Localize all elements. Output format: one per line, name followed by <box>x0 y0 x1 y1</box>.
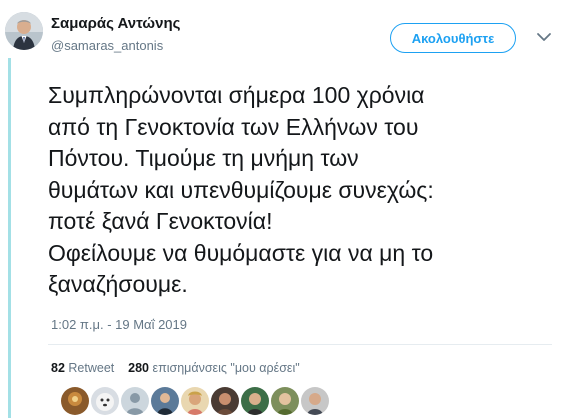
liker-avatar[interactable] <box>60 386 90 416</box>
liker-avatar[interactable] <box>150 386 180 416</box>
tweet-stats: 82 Retweet 280 επισημάνσεις "μου αρέσει" <box>51 361 300 375</box>
default-avatar-icon <box>121 387 149 415</box>
liker-photo-icon <box>211 387 239 415</box>
liker-avatar[interactable] <box>180 386 210 416</box>
liker-photo-icon <box>61 387 89 415</box>
liker-avatar[interactable] <box>270 386 300 416</box>
tweet-line: ποτέ ξανά Γενοκτονία! <box>48 208 273 234</box>
thread-line <box>8 58 11 418</box>
divider <box>48 344 552 345</box>
liker-photo-icon <box>301 387 329 415</box>
tweet-line: ξαναζήσουμε. <box>48 271 188 297</box>
retweet-stat[interactable]: 82 Retweet <box>51 361 114 375</box>
more-options-button[interactable] <box>535 30 553 44</box>
retweet-count: 82 <box>51 361 65 375</box>
liker-photo-icon <box>151 387 179 415</box>
tweet-line: Πόντου. Τιμούμε τη μνήμη των <box>48 145 359 171</box>
like-count: 280 <box>128 361 150 375</box>
like-label: επισημάνσεις "μου αρέσει" <box>152 361 300 375</box>
liker-avatar[interactable] <box>240 386 270 416</box>
liker-photo-icon <box>181 387 209 415</box>
tweet-timestamp[interactable]: 1:02 π.μ. - 19 Μαΐ 2019 <box>51 317 187 332</box>
liker-avatar[interactable] <box>300 386 330 416</box>
liker-avatar[interactable] <box>120 386 150 416</box>
profile-photo-icon <box>5 12 43 50</box>
author-avatar[interactable] <box>5 12 43 50</box>
author-name[interactable]: Σαμαράς Αντώνης <box>51 15 180 32</box>
retweet-label: Retweet <box>68 361 115 375</box>
chevron-down-icon <box>537 33 551 41</box>
liker-photo-icon <box>241 387 269 415</box>
tweet-line: από τη Γενοκτονία των Ελλήνων του <box>48 113 419 140</box>
liker-photo-icon <box>271 387 299 415</box>
like-stat[interactable]: 280 επισημάνσεις "μου αρέσει" <box>128 361 300 375</box>
author-handle[interactable]: @samaras_antonis <box>51 38 163 53</box>
follow-button[interactable]: Ακολουθήστε <box>390 23 516 53</box>
liker-photo-icon <box>91 387 119 415</box>
tweet-text: Συμπληρώνονται σήμερα 100 χρόνια από τη … <box>48 80 558 301</box>
liker-avatar[interactable] <box>210 386 240 416</box>
tweet-line: θυμάτων και υπενθυμίζουμε συνεχώς: <box>48 176 434 203</box>
tweet-line: Οφείλουμε να θυμόμαστε για να μη το <box>48 239 434 266</box>
tweet-line: Συμπληρώνονται σήμερα 100 χρόνια <box>48 82 425 108</box>
liker-avatar[interactable] <box>90 386 120 416</box>
